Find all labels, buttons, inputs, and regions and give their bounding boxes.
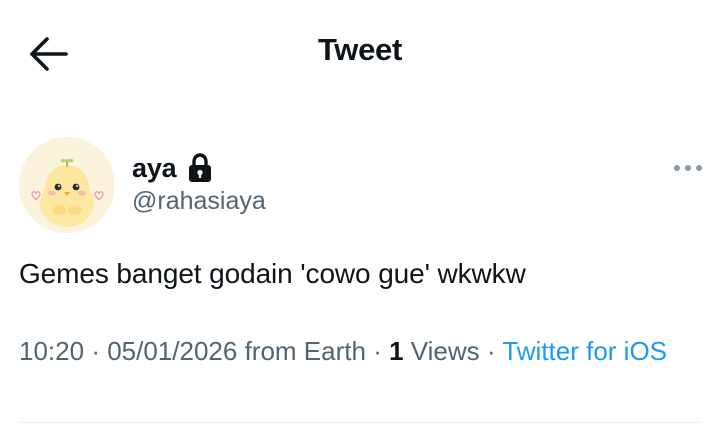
- divider: [19, 422, 701, 423]
- separator-dot: ·: [91, 336, 108, 366]
- tweet-text: Gemes banget godain 'cowo gue' wkwkw: [19, 258, 526, 289]
- tweet-metadata: 10:20 · 05/01/2026 from Earth · 1 Views …: [19, 334, 689, 368]
- tweet-detail-page: Tweet aya @rahasiaya Gemes banget godain…: [0, 0, 720, 430]
- author-name-row: aya: [132, 150, 214, 186]
- tweet-time[interactable]: 10:20: [19, 336, 84, 366]
- avatar[interactable]: [19, 137, 115, 233]
- username-handle[interactable]: @rahasiaya: [132, 187, 266, 216]
- source-link[interactable]: Twitter for iOS: [502, 336, 667, 366]
- lock-icon: [186, 152, 214, 184]
- views-label: Views: [410, 336, 480, 366]
- separator-dot: ·: [373, 336, 390, 366]
- tweet-location: from Earth: [244, 336, 366, 366]
- chick-avatar-icon: [19, 137, 115, 233]
- top-bar: Tweet: [0, 0, 720, 105]
- separator-dot: ·: [486, 336, 503, 366]
- page-title: Tweet: [317, 32, 403, 67]
- views-count: 1: [389, 336, 404, 366]
- display-name[interactable]: aya: [132, 153, 177, 184]
- tweet-date[interactable]: 05/01/2026: [107, 336, 237, 366]
- more-options-button[interactable]: [670, 156, 706, 180]
- more-horizontal-icon: [674, 165, 702, 171]
